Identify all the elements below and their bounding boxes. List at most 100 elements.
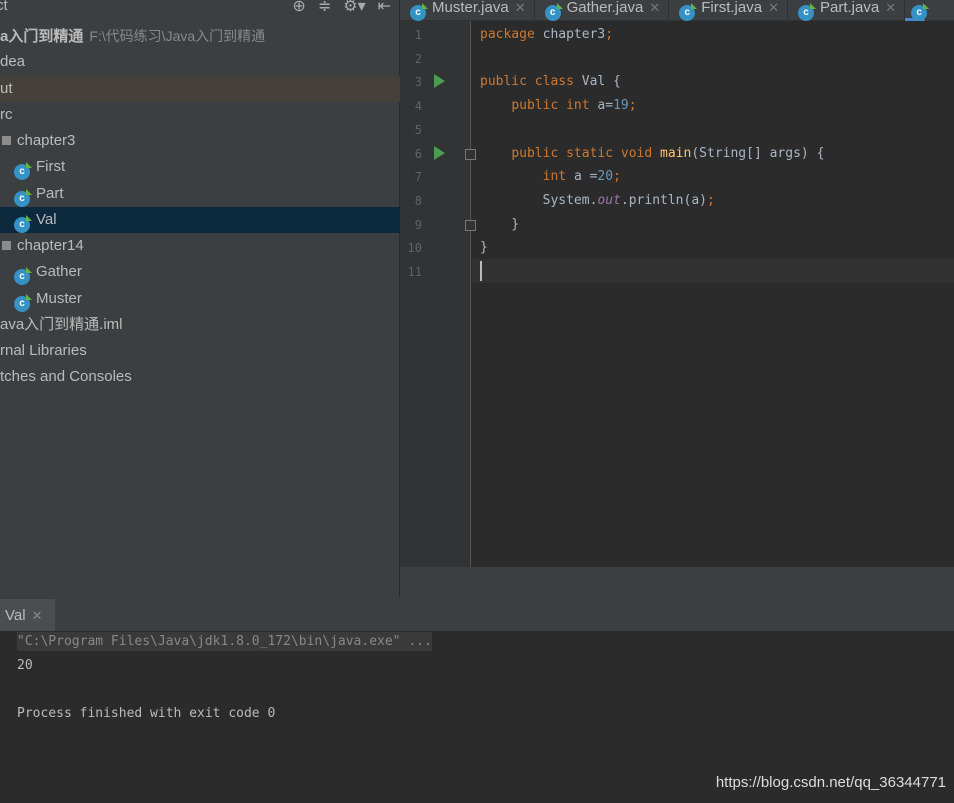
tree-item[interactable]: tches and Consoles [0, 364, 400, 390]
line-number: 4 [414, 99, 422, 114]
java-class-icon: c [410, 5, 426, 21]
editor-tabs: c Muster.java ✕ c Gather.java ✕ c First.java ✕ c P… [400, 0, 954, 21]
editor-tab[interactable]: c First.java ✕ [669, 0, 788, 21]
code-token: int [542, 169, 574, 185]
close-icon[interactable]: ✕ [32, 608, 43, 623]
tree-item[interactable]: a入门到精通 F:\代码练习\Java入门到精通 [0, 23, 400, 49]
code-line: System.out.println(a); [480, 193, 715, 208]
java-class-icon: c [14, 164, 30, 180]
console-output-line: 20 [17, 658, 33, 673]
tree-item-label: dea [0, 53, 26, 70]
code-token: public int [511, 98, 598, 114]
code-token: main [660, 145, 692, 161]
code-line: int a =20; [480, 169, 621, 184]
console-command: "C:\Program Files\Java\jdk1.8.0_172\bin\… [17, 632, 432, 651]
tree-item[interactable]: c Muster [0, 286, 400, 312]
tab-label: Part.java [819, 0, 880, 16]
tree-item[interactable]: ut [0, 76, 400, 102]
run-tab-val[interactable]: Val ✕ [0, 599, 55, 631]
java-class-icon: c [14, 269, 30, 285]
line-number: 10 [407, 241, 422, 256]
watermark: https://blog.csdn.net/qq_36344771 [715, 774, 946, 791]
java-class-icon: c [14, 191, 30, 207]
tree-item[interactable]: ava入门到精通.iml [0, 312, 400, 338]
gear-icon[interactable]: ⚙▾ [343, 0, 365, 16]
tree-item-label: Val [36, 211, 57, 228]
run-panel-tabs: Val ✕ [0, 597, 954, 631]
tree-item[interactable]: c Val [0, 207, 400, 233]
tree-item[interactable]: rc [0, 102, 400, 128]
code-token: } [480, 216, 520, 232]
code-token: } [480, 240, 488, 256]
code-token: ; [706, 192, 715, 208]
close-icon[interactable]: ✕ [515, 0, 526, 15]
code-token: ; [613, 169, 621, 185]
tree-item-label: chapter3 [17, 132, 76, 149]
line-number: 9 [414, 217, 422, 232]
java-class-icon: c [544, 5, 561, 21]
console-text: Process finished with exit code 0 [17, 706, 276, 721]
close-icon[interactable]: ✕ [885, 0, 896, 15]
code-token: a= [597, 98, 614, 114]
tree-item[interactable]: c First [0, 154, 400, 180]
code-token: ; [628, 98, 637, 114]
text-caret [480, 261, 482, 281]
tree-item[interactable]: dea [0, 49, 400, 75]
project-panel: ct ⊕ ≑ ⚙▾ ⇤ a入门到精通F:\代码练习\Java入门到精通 dea ut rc c… [0, 0, 400, 597]
close-icon[interactable]: ✕ [649, 0, 660, 15]
hide-panel-icon[interactable]: ⇤ [378, 0, 391, 16]
console-text: 20 [17, 658, 33, 673]
tree-item[interactable]: chapter3 [0, 128, 400, 154]
project-path: F:\代码练习\Java入门到精通 [89, 28, 266, 44]
tree-item[interactable]: rnal Libraries [0, 338, 400, 364]
code-line: public static void main(String[] args) { [480, 146, 824, 161]
code-token: package [480, 27, 543, 42]
run-class-icon[interactable] [434, 74, 445, 88]
code-line: public int a=19; [480, 98, 637, 114]
collapse-all-icon[interactable]: ≑ [318, 0, 331, 16]
editor-tab[interactable]: c Muster.java ✕ [400, 0, 535, 21]
tree-item-label: Muster [36, 290, 82, 307]
tab-label: First.java [701, 0, 763, 16]
tree-item-label: chapter14 [17, 237, 84, 254]
code-token: public class [480, 74, 582, 90]
fold-marker-icon[interactable] [465, 149, 476, 160]
code-token: 20 [597, 169, 614, 185]
code-token: System. [480, 192, 598, 208]
code-token: (String[] args) { [691, 145, 825, 161]
line-number: 6 [414, 146, 422, 161]
code-line: } [480, 240, 488, 255]
project-view-selector[interactable]: ct [0, 0, 8, 14]
close-icon[interactable]: ✕ [768, 0, 779, 15]
fold-marker-icon[interactable] [465, 220, 476, 231]
code-token: ; [605, 27, 614, 42]
code-token: out [597, 192, 621, 208]
line-number: 2 [414, 51, 422, 66]
package-icon [2, 241, 11, 250]
project-panel-header: ct ⊕ ≑ ⚙▾ ⇤ [0, 0, 399, 20]
java-class-icon: c [679, 5, 696, 21]
package-icon [2, 136, 11, 145]
run-main-icon[interactable] [434, 146, 445, 160]
locate-icon[interactable]: ⊕ [292, 0, 305, 16]
code-token: a = [573, 169, 598, 185]
tree-item-label: ut [0, 80, 13, 97]
code-line: } [480, 217, 519, 232]
tree-item[interactable]: chapter14 [0, 233, 400, 259]
tree-item-label: Part [36, 185, 64, 202]
current-line-highlight [472, 259, 954, 283]
editor-tab[interactable]: c [905, 0, 928, 21]
tree-item[interactable]: c Part [0, 181, 400, 207]
editor-tab[interactable]: c Part.java ✕ [788, 0, 906, 21]
java-class-icon: c [797, 5, 814, 21]
editor-tab[interactable]: c Gather.java ✕ [535, 0, 670, 21]
console-output-line: Process finished with exit code 0 [17, 706, 275, 721]
tab-label: Muster.java [432, 0, 509, 16]
java-class-icon: c [14, 217, 30, 233]
tree-item-label: ava入门到精通.iml [0, 316, 123, 333]
tree-item[interactable]: c Gather [0, 259, 400, 285]
line-number: 8 [414, 193, 422, 208]
editor-bottom-strip [400, 567, 954, 597]
